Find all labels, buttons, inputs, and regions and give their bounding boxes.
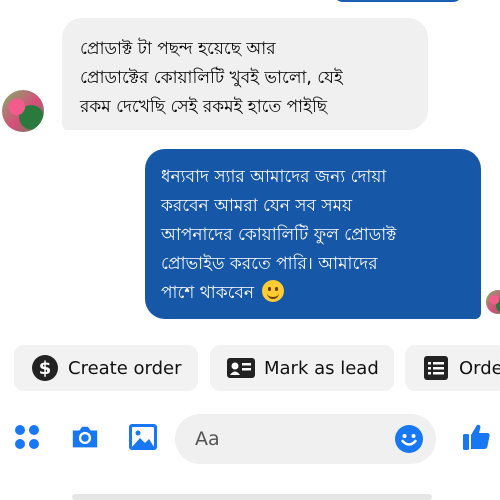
message-composer [0,410,500,470]
camera-icon[interactable] [70,422,100,452]
seen-avatar [486,290,500,314]
message-line: প্রোডাক্ট টা পছন্দ হয়েছে আর [80,39,276,59]
message-text: পাশে থাকবেন [161,283,255,303]
message-input[interactable] [193,427,377,451]
mark-as-lead-label: Mark as lead [264,357,379,379]
orders-button[interactable]: Orde [405,345,500,391]
message-line: রকম দেখেছি সেই রকমই হাতে পাইছি [80,97,328,117]
message-line: করবেন আমরা যেন সব সময় [161,196,353,216]
list-icon [421,353,451,383]
message-line-last: পাশে থাকবেন [161,279,467,308]
quick-actions-bar: $ Create order Mark as lead Orde [0,345,500,393]
mark-as-lead-button[interactable]: Mark as lead [210,345,394,391]
message-input-pill[interactable] [175,414,436,464]
avatar[interactable] [2,90,44,132]
orders-label: Orde [459,357,500,379]
previous-message-edge [333,0,463,2]
like-icon[interactable] [460,420,494,454]
emoji-icon[interactable] [394,424,424,454]
message-line: ধন্যবাদ স্যার আমাদের জন্য দোয়া [161,167,387,187]
contact-card-icon [226,353,256,383]
message-line: প্রোভাইড করতে পারি। আমাদের [161,254,378,274]
smiling-face-icon [262,280,285,302]
message-line: আপনাদের কোয়ালিটি ফুল প্রোডাক্ট [161,225,397,245]
svg-text:$: $ [39,358,52,379]
message-line: প্রোডাক্টের কোয়ালিটি খুবই ভালো, যেই [80,68,343,88]
received-message-bubble[interactable]: প্রোডাক্ট টা পছন্দ হয়েছে আর প্রোডাক্টের… [62,18,428,130]
home-indicator [72,494,432,500]
dollar-icon: $ [30,353,60,383]
menu-icon[interactable] [12,422,42,452]
create-order-button[interactable]: $ Create order [14,345,198,391]
sent-message-bubble[interactable]: ধন্যবাদ স্যার আমাদের জন্য দোয়া করবেন আম… [145,149,481,319]
create-order-label: Create order [68,357,182,379]
gallery-icon[interactable] [128,422,158,452]
